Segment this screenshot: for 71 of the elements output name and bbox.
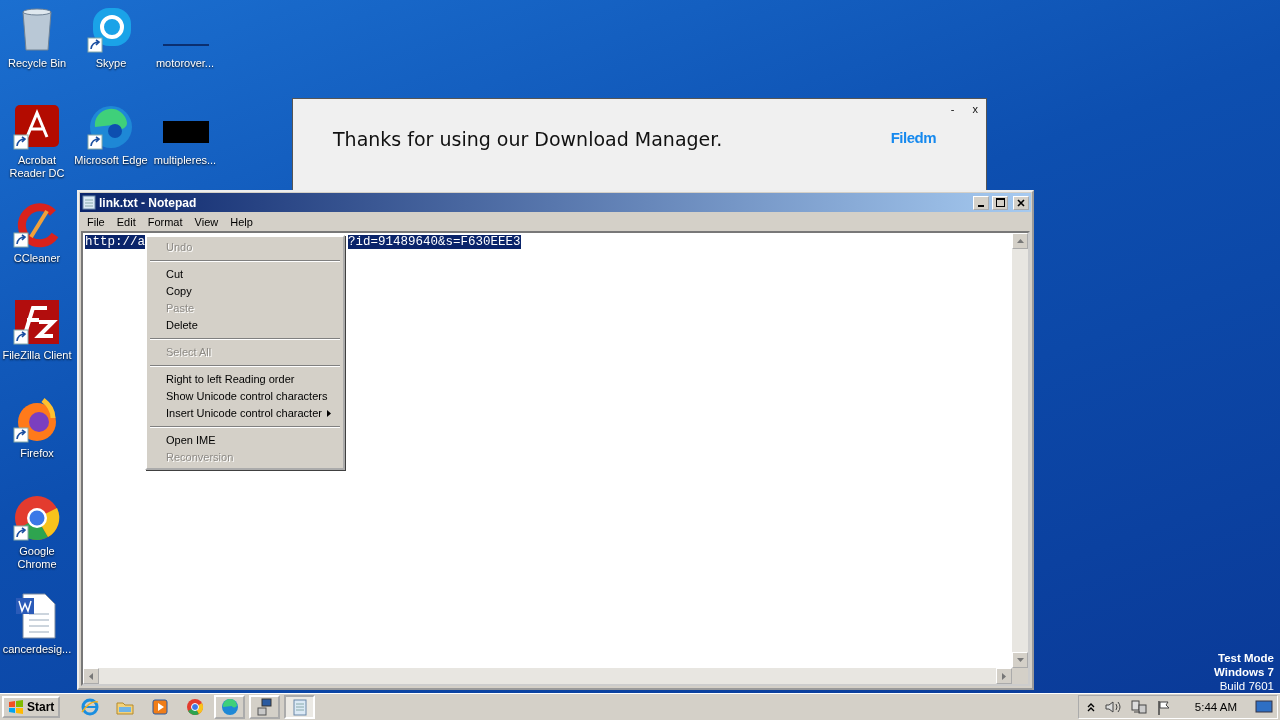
menu-item[interactable]: Format — [141, 215, 189, 229]
submenu-arrow-icon — [327, 410, 331, 417]
close-button[interactable] — [1013, 195, 1029, 210]
desktop-icon-label[interactable]: Acrobat Reader DC — [0, 154, 74, 180]
desktop-icon-label[interactable]: Firefox — [20, 447, 54, 460]
desktop-app-icon[interactable] — [13, 103, 61, 151]
context-menu-item[interactable]: Open IME — [149, 432, 341, 449]
context-menu-item[interactable]: Delete — [149, 317, 341, 334]
browser-icon — [80, 698, 99, 716]
computer-icon — [255, 698, 274, 716]
menu-item[interactable]: Edit — [110, 215, 142, 229]
desktop-icon-label[interactable]: CCleaner — [13, 252, 61, 265]
desktop-icon-label[interactable]: FileZilla Client — [2, 349, 72, 362]
menu-item[interactable]: Help — [224, 215, 259, 229]
notepad-icon — [290, 698, 309, 716]
up-arrow-icon — [1016, 239, 1024, 243]
edge-icon — [220, 698, 239, 716]
scroll-up-button[interactable] — [1012, 233, 1028, 249]
right-arrow-icon — [1002, 672, 1006, 680]
menu-item[interactable]: View — [188, 215, 225, 229]
context-menu-item[interactable]: Right to left Reading order — [149, 371, 341, 388]
chevron-up-icon[interactable] — [1086, 702, 1095, 712]
taskbar-button[interactable] — [249, 695, 281, 719]
start-button[interactable]: Start — [2, 696, 61, 718]
desktop-icon-label[interactable]: Skype — [95, 57, 127, 70]
desktop-app-icon[interactable] — [87, 103, 135, 151]
desktop-icon-label[interactable]: Google Chrome — [0, 545, 74, 571]
horizontal-scrollbar[interactable] — [83, 668, 1012, 684]
desktop-app-icon[interactable] — [13, 298, 61, 346]
clock[interactable]: 5:44 AM — [1194, 701, 1237, 713]
left-arrow-icon — [89, 672, 93, 680]
vertical-scrollbar[interactable] — [1012, 233, 1028, 668]
desktop-app-icon[interactable] — [13, 494, 61, 542]
minimize-button[interactable]: - — [948, 103, 957, 115]
show-desktop-icon[interactable] — [1255, 700, 1273, 714]
close-button[interactable]: x — [970, 103, 980, 115]
context-menu-item[interactable]: Show Unicode control characters — [149, 388, 341, 405]
selected-text: ?id=91489640&s=F630EEE3 — [348, 235, 521, 249]
notepad-icon — [82, 195, 96, 210]
context-menu-item[interactable]: Cut — [149, 266, 341, 283]
desktop-icon-label[interactable]: cancerdesig... — [2, 643, 72, 656]
chrome-icon — [185, 698, 204, 716]
selected-text: http://a — [85, 235, 145, 249]
desktop-icon-label[interactable]: Microsoft Edge — [74, 154, 148, 167]
resize-grip[interactable] — [1012, 668, 1028, 684]
minimize-button[interactable] — [973, 195, 989, 210]
context-menu-item[interactable]: Insert Unicode control character — [149, 405, 341, 422]
desktop-icon-label[interactable]: Recycle Bin — [7, 57, 67, 70]
down-arrow-icon — [1016, 658, 1024, 662]
desktop-icon-label[interactable]: motorover... — [155, 57, 215, 70]
minimize-icon — [978, 204, 984, 207]
context-menu-item[interactable]: Copy — [149, 283, 341, 300]
windows-logo-icon — [8, 700, 24, 714]
scroll-right-button[interactable] — [996, 668, 1012, 684]
window-title: link.txt - Notepad — [99, 195, 198, 210]
popup-message: Thanks for using our Download Manager. — [333, 128, 723, 150]
logo: Filedm — [890, 128, 936, 146]
network-icon[interactable] — [1130, 699, 1147, 715]
maximize-icon — [995, 198, 1005, 207]
close-icon — [1017, 198, 1025, 207]
desktop-app-icon[interactable] — [13, 201, 61, 249]
scroll-down-button[interactable] — [1012, 652, 1028, 668]
media-player-icon — [150, 698, 169, 716]
maximize-button[interactable] — [992, 195, 1008, 210]
menu-item[interactable]: File — [81, 215, 111, 229]
system-note: Test Mode — [1218, 651, 1274, 665]
system-note: Build 7601 — [1219, 679, 1274, 693]
desktop-icon-label[interactable]: multipleres... — [153, 154, 217, 167]
scroll-left-button[interactable] — [83, 668, 99, 684]
speaker-icon[interactable] — [1104, 700, 1121, 714]
system-note: Windows 7 — [1214, 665, 1274, 679]
